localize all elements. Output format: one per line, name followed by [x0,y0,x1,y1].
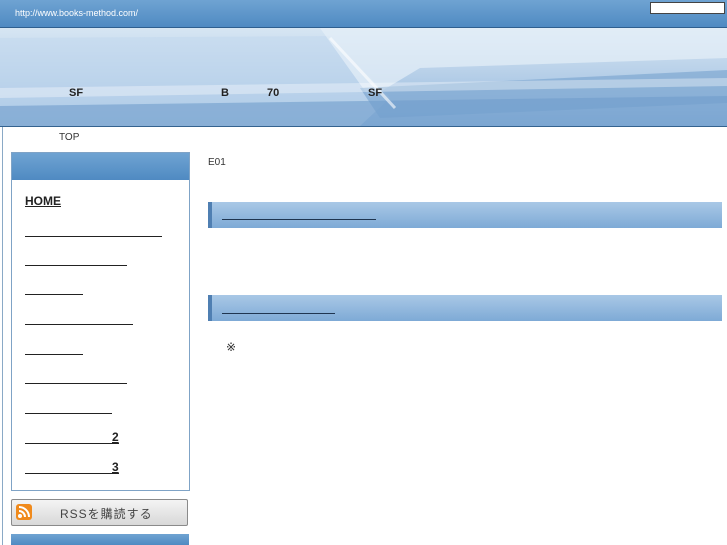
header-banner: SF B 70 SF [0,28,727,127]
sidebar-link[interactable] [25,294,83,295]
banner-graphic [0,28,727,126]
section-link[interactable] [222,313,335,314]
asterisk-note: ※ [226,340,237,354]
sidebar-menu: HOME 2 3 [11,152,190,491]
sidebar-link[interactable] [25,236,162,237]
sidebar-link-2-number[interactable]: 2 [112,430,119,444]
content-code: E01 [208,157,226,168]
rss-icon [16,504,32,520]
sidebar-link-2[interactable] [25,443,119,444]
banner-word: SF [368,87,383,99]
top-bar: http://www.books-method.com/ [0,0,727,28]
breadcrumb-top-link[interactable]: TOP [59,132,79,143]
banner-word: SF [69,87,84,99]
search-input[interactable] [650,2,725,14]
banner-word: B [221,87,229,99]
rss-label: RSSを購読する [60,507,153,521]
sidebar-item-home[interactable]: HOME [25,194,61,208]
sidebar-header [12,153,189,180]
sidebar-link-3-number[interactable]: 3 [112,460,119,474]
section-header-2 [208,295,722,321]
sidebar-link-3[interactable] [25,473,119,474]
sidebar-link[interactable] [25,413,112,414]
sidebar-link[interactable] [25,354,83,355]
site-url-link[interactable]: http://www.books-method.com/ [15,8,138,18]
page-divider [2,127,3,545]
section-header-1 [208,202,722,228]
rss-subscribe-button[interactable]: RSSを購読する [11,499,188,526]
sidebar-link[interactable] [25,265,127,266]
sidebar-link[interactable] [25,324,133,325]
section-link[interactable] [222,219,376,220]
banner-word: 70 [267,87,280,99]
sidebar-section-header [11,534,189,545]
sidebar-link[interactable] [25,383,127,384]
